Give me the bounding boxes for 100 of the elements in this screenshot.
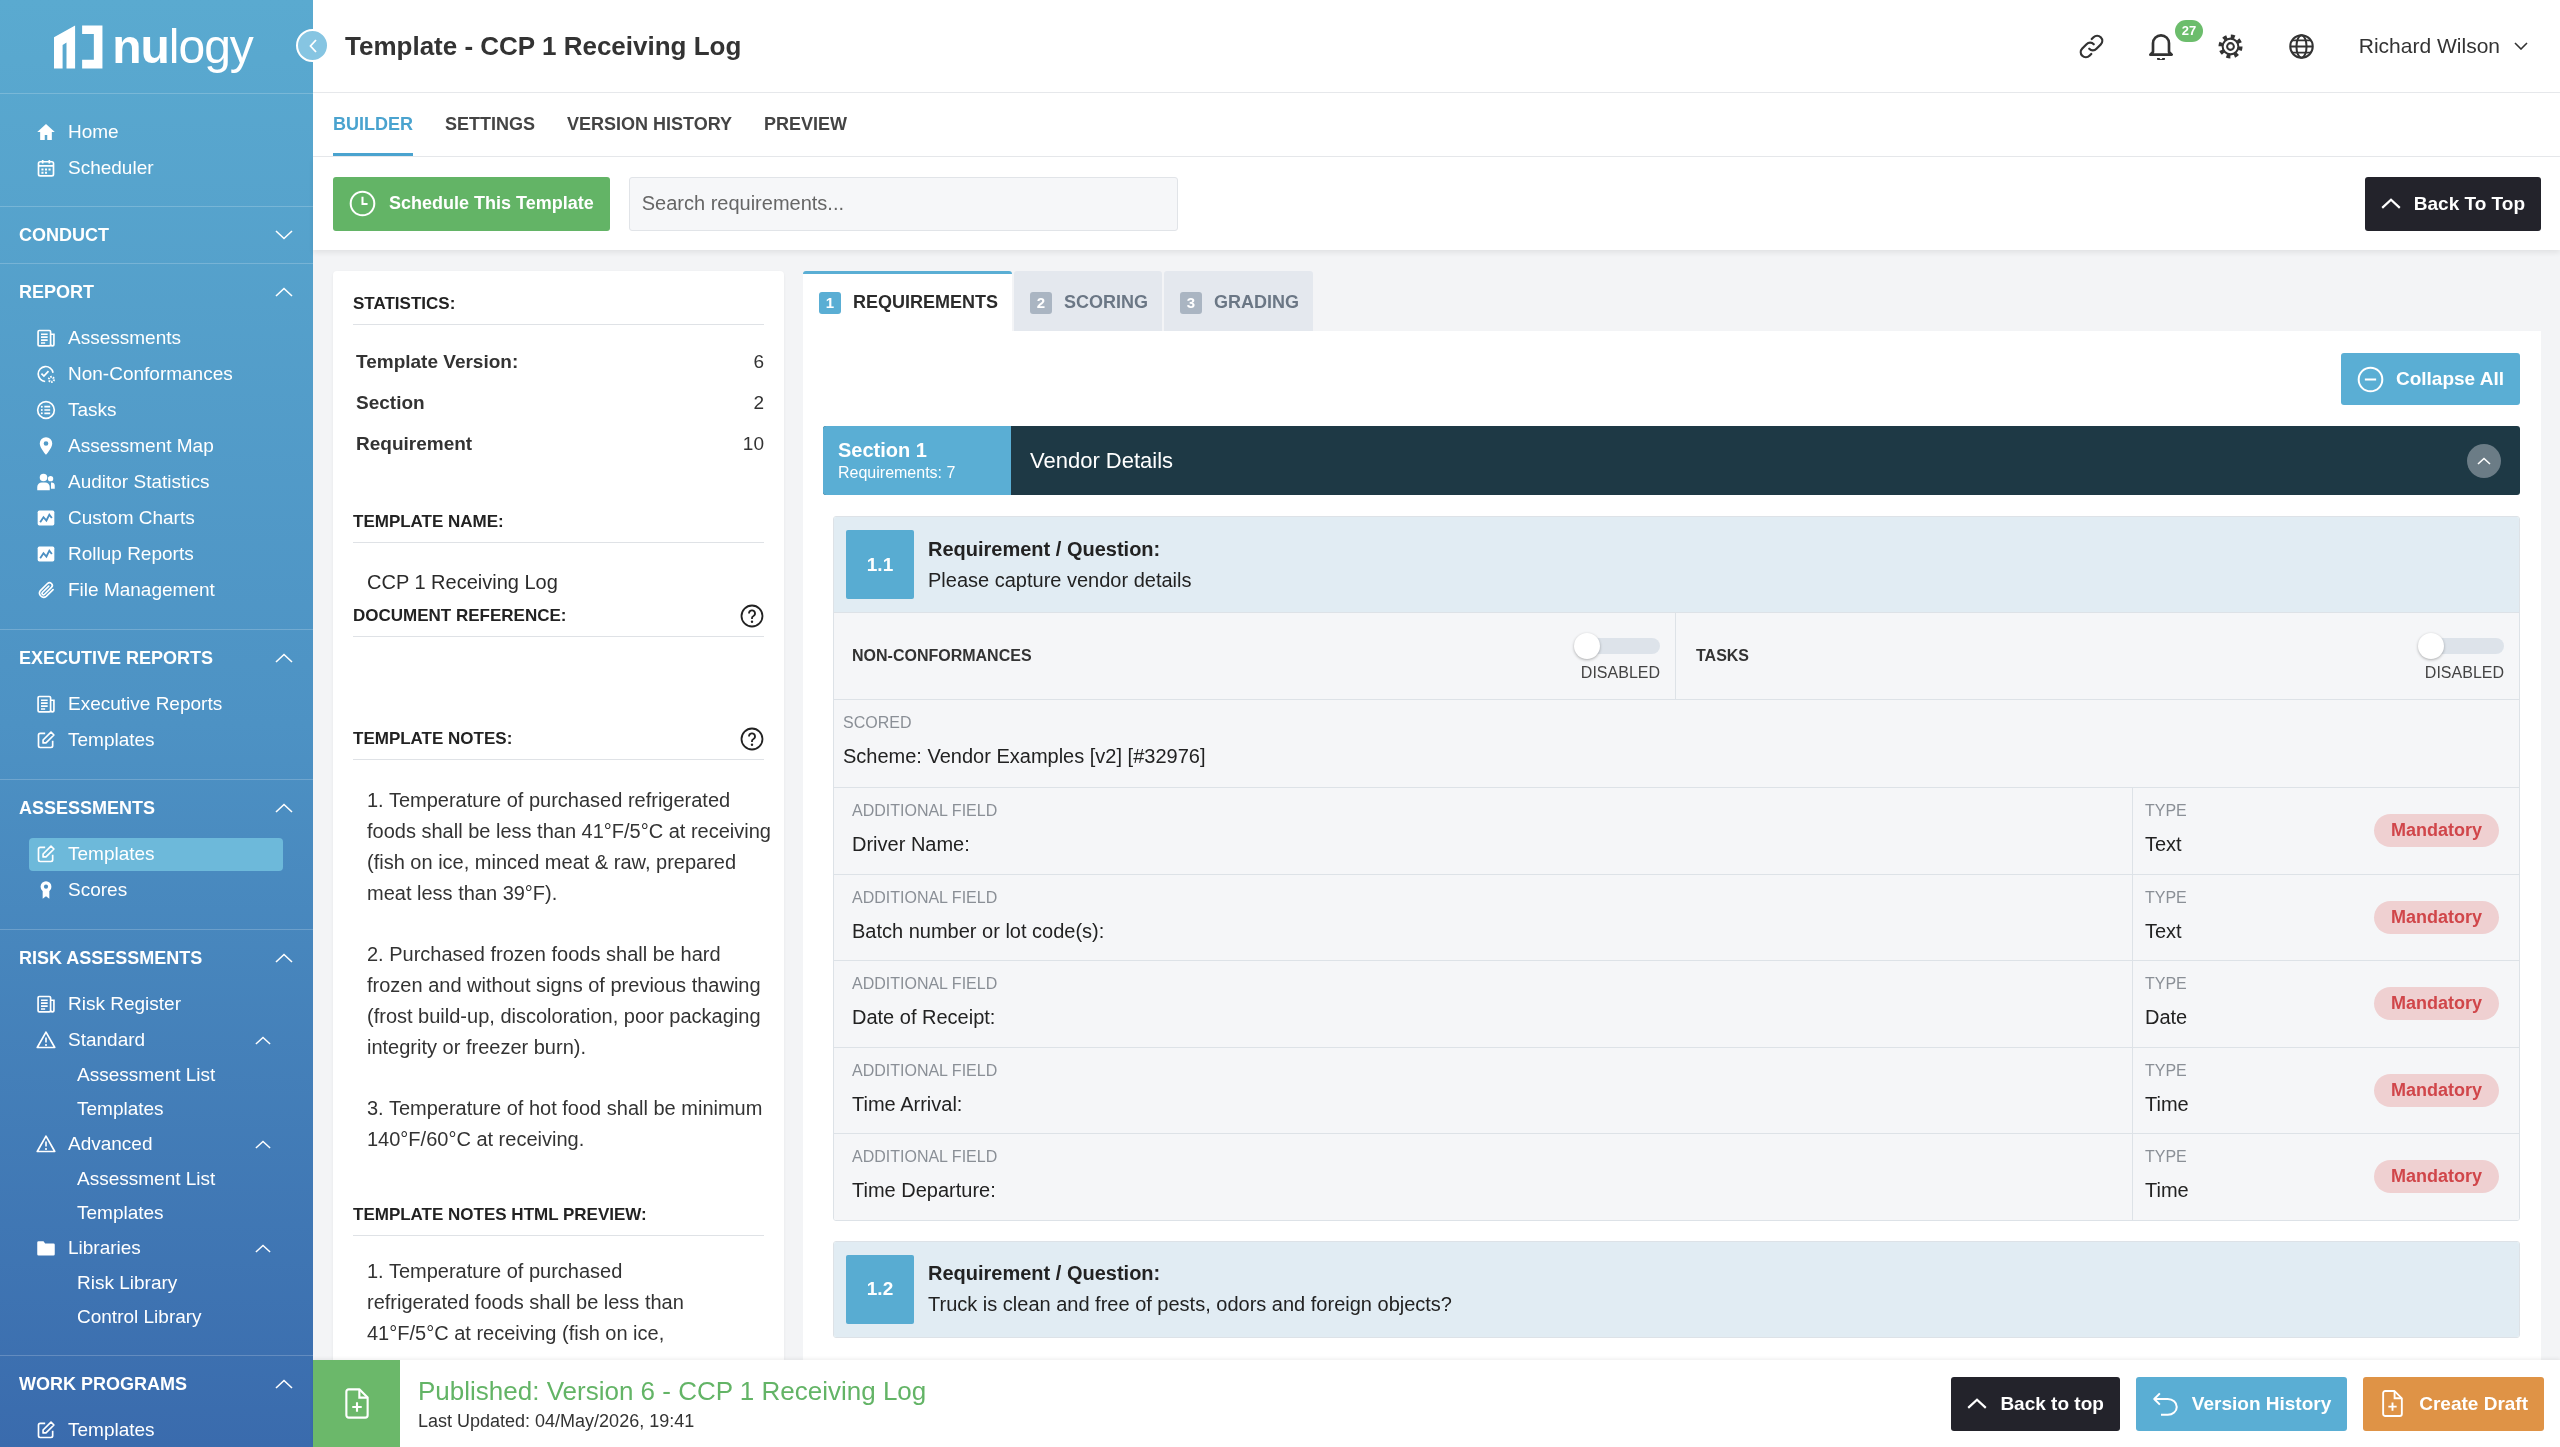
requirement-label: Requirement / Question: xyxy=(928,536,1162,562)
nav-item[interactable]: Executive Reports xyxy=(29,686,235,722)
toggle-switch[interactable] xyxy=(1574,632,1660,659)
nav-item[interactable]: File Management xyxy=(29,572,227,608)
back-to-top-button[interactable]: Back to top xyxy=(1951,1376,2120,1431)
help-icon[interactable] xyxy=(740,727,764,751)
globe-icon[interactable] xyxy=(2287,32,2315,60)
field-name: Time Departure: xyxy=(852,1178,997,1202)
nav-item[interactable]: Templates xyxy=(71,1092,170,1126)
requirements-count: Requirements: 7 xyxy=(838,464,957,482)
tab[interactable]: 1 REQUIREMENTS xyxy=(803,271,1012,331)
field-type: Date xyxy=(2145,1005,2188,1030)
nav-item[interactable]: Scheduler xyxy=(29,150,166,186)
tab[interactable]: 2 SCORING xyxy=(1014,271,1163,331)
calendar-icon xyxy=(36,158,56,178)
page-title: Template - CCP 1 Receiving Log xyxy=(345,30,742,62)
requirement-number: 1.1 xyxy=(846,530,914,599)
chevron-up-icon xyxy=(1967,1398,1988,1409)
stat-value: 2 xyxy=(753,391,764,414)
nav-item[interactable]: Risk Library xyxy=(71,1266,184,1300)
nav-item[interactable]: Advanced xyxy=(29,1126,283,1162)
nav-item[interactable]: Auditor Statistics xyxy=(29,464,222,500)
type-label: TYPE xyxy=(2145,801,2187,822)
collapse-section-button[interactable] xyxy=(2467,443,2501,478)
bell-icon[interactable] xyxy=(2148,32,2173,60)
help-icon[interactable] xyxy=(740,604,764,628)
toggle-label: TASKS xyxy=(1696,647,1750,665)
link-icon[interactable] xyxy=(2077,32,2105,60)
nav-section-header[interactable]: REPORT xyxy=(0,264,313,320)
edit-icon xyxy=(36,844,56,864)
nav-item[interactable]: Custom Charts xyxy=(29,500,207,536)
notes-paragraph: 2. Purchased frozen foods shall be hard frozen and without signs of previous thawing (frost build-up, discoloration, poor packaging integrity or freezer burn). xyxy=(367,942,762,1060)
nav-section-header[interactable]: CONDUCT xyxy=(0,207,313,263)
nav-item[interactable]: Scores xyxy=(29,872,140,908)
schedule-button[interactable]: Schedule This Template xyxy=(333,176,610,231)
last-updated-text: Last Updated: 04/May/2026, 19:41 xyxy=(418,1409,696,1432)
nav-item[interactable]: Templates xyxy=(29,722,167,758)
stat-label: Template Version: xyxy=(356,350,519,373)
logo-icon xyxy=(54,23,105,70)
nav-item[interactable]: Templates xyxy=(71,1196,170,1230)
stat-label: Requirement xyxy=(356,432,473,455)
tab[interactable]: SETTINGS xyxy=(445,93,535,156)
edit-icon xyxy=(36,1420,56,1440)
panel-heading: TEMPLATE NAME: xyxy=(353,511,764,543)
nav-item[interactable]: Assessment Map xyxy=(29,428,226,464)
field-name: Driver Name: xyxy=(852,832,971,856)
create-draft-button[interactable]: Create Draft xyxy=(2363,1376,2544,1431)
nav-item[interactable]: Libraries xyxy=(29,1230,283,1266)
field-label: ADDITIONAL FIELD xyxy=(852,887,999,908)
nav-item[interactable]: Control Library xyxy=(71,1300,208,1334)
scoring-label: SCORED xyxy=(843,713,913,733)
tab[interactable]: 3 GRADING xyxy=(1164,271,1314,331)
chevron-up-icon xyxy=(2380,198,2401,209)
nav-item[interactable]: Standard xyxy=(29,1022,283,1058)
edit-icon xyxy=(36,730,56,750)
nav-item[interactable]: Risk Register xyxy=(29,986,193,1022)
field-name: Time Arrival: xyxy=(852,1091,964,1116)
tab[interactable]: PREVIEW xyxy=(764,93,848,156)
field-label: ADDITIONAL FIELD xyxy=(852,974,999,994)
chevron-up-icon xyxy=(2477,456,2491,465)
settings-icon[interactable] xyxy=(2216,32,2244,60)
mandatory-badge: Mandatory xyxy=(2374,900,2499,934)
clock-icon xyxy=(349,190,376,217)
nav-section-header[interactable]: ASSESSMENTS xyxy=(0,780,313,836)
panel-heading: DOCUMENT REFERENCE: xyxy=(353,605,567,627)
requirement-text: Truck is clean and free of pests, odors and foreign objects? xyxy=(928,1292,1452,1317)
logo-text: nulogy xyxy=(112,22,253,71)
section-title: Section 1 xyxy=(838,439,928,462)
chevron-left-icon xyxy=(308,38,317,53)
warning-icon xyxy=(36,1134,56,1154)
nav-item[interactable]: Non-Conformances xyxy=(29,356,245,392)
collapse-all-button[interactable]: Collapse All xyxy=(2340,353,2520,405)
nav-item[interactable]: Home xyxy=(29,114,131,150)
nav-item[interactable]: Assessment List xyxy=(71,1058,222,1092)
nav-section-header[interactable]: EXECUTIVE REPORTS xyxy=(0,630,313,686)
user-menu-button[interactable]: Richard Wilson xyxy=(2358,34,2528,58)
nav-item[interactable]: Tasks xyxy=(29,392,129,428)
toggle-status: DISABLED xyxy=(1580,663,1660,682)
nav-section-header[interactable]: WORK PROGRAMS xyxy=(0,1356,313,1412)
document-icon xyxy=(36,994,56,1014)
nav-section-header[interactable]: RISK ASSESSMENTS xyxy=(0,930,313,986)
nav-item[interactable]: Templates xyxy=(29,1412,167,1447)
line-chart-icon xyxy=(36,544,56,564)
toggle-switch[interactable] xyxy=(2418,632,2504,659)
nav-item[interactable]: Templates xyxy=(29,837,283,871)
notes-paragraph: 3. Temperature of hot food shall be minimum 140°F/60°C at receiving. xyxy=(367,1096,764,1152)
tab[interactable]: VERSION HISTORY xyxy=(567,93,733,156)
back-to-top-button[interactable]: Back To Top xyxy=(2364,176,2541,231)
version-history-button[interactable]: Version History xyxy=(2135,1376,2348,1431)
nav-item[interactable]: Assessments xyxy=(29,320,193,356)
field-name: Batch number or lot code(s): xyxy=(852,918,1106,943)
type-label: TYPE xyxy=(2145,1060,2188,1081)
field-label: ADDITIONAL FIELD xyxy=(852,1060,999,1081)
template-name-text: CCP 1 Receiving Log xyxy=(366,570,559,594)
search-field[interactable]: Search requirements... xyxy=(628,176,1178,231)
nav-item[interactable]: Rollup Reports xyxy=(29,536,206,572)
field-label: ADDITIONAL FIELD xyxy=(852,801,999,821)
notes-paragraph: 1. Temperature of purchased refrigerated foods shall be less than 41°F/5°C at receiving (fish on ice, minced meat & raw, prepared meat less than 39°F). xyxy=(367,788,772,906)
nav-item[interactable]: Assessment List xyxy=(71,1162,222,1196)
paperclip-icon xyxy=(36,580,56,600)
